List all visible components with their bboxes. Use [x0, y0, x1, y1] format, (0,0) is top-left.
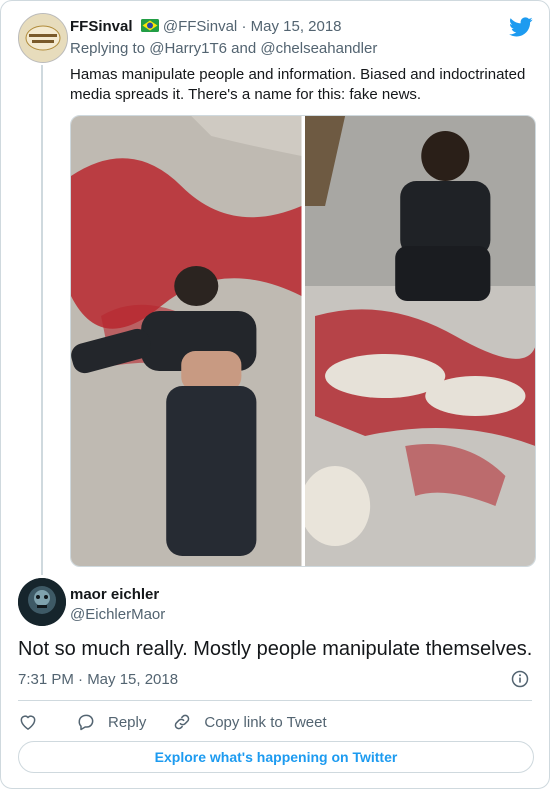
quoted-tweet-text: Hamas manipulate people and information.… [70, 66, 526, 103]
main-display-name[interactable]: maor eichler [70, 585, 165, 604]
header-separator: · [241, 18, 247, 35]
replying-to-line: Replying to @Harry1T6 and @chelseahandle… [70, 40, 377, 57]
action-divider [18, 700, 532, 701]
photo-right[interactable] [299, 116, 535, 566]
mention-harry1t6[interactable]: @Harry1T6 [149, 40, 227, 57]
replying-to-and: and [231, 40, 257, 57]
explore-twitter-button[interactable]: Explore what's happening on Twitter [18, 741, 534, 773]
reply-bubble-icon [78, 714, 94, 731]
like-button[interactable] [18, 712, 50, 732]
copy-link-button[interactable]: Copy link to Tweet [172, 712, 327, 732]
main-tweet-text: Not so much really. Mostly people manipu… [18, 638, 533, 660]
maor-eichler-avatar[interactable] [18, 578, 66, 626]
heart-icon [20, 715, 36, 730]
tweet-actions: Reply Copy link to Tweet [18, 711, 353, 733]
reply-label: Reply [108, 713, 147, 731]
main-handle[interactable]: @EichlerMaor [70, 605, 165, 624]
ffsinval-avatar[interactable] [18, 13, 68, 63]
quoted-date[interactable]: May 15, 2018 [251, 18, 342, 35]
photo-left[interactable] [71, 116, 302, 566]
info-icon[interactable] [511, 670, 529, 688]
mention-chelseahandler[interactable]: @chelseahandler [260, 40, 377, 57]
twitter-bird-icon[interactable] [509, 15, 533, 39]
tweet-timestamp[interactable]: 7:31 PM · May 15, 2018 [18, 671, 178, 688]
tweet-embed-card: FFSinval @FFSinval · May 15, 2018 Replyi… [0, 0, 550, 789]
quoted-handle[interactable]: @FFSinval [163, 18, 237, 35]
link-icon [175, 714, 190, 730]
brazil-flag-icon [140, 19, 159, 32]
quoted-tweet-photos [70, 115, 536, 567]
thread-connector-line [41, 65, 43, 575]
copy-link-label: Copy link to Tweet [204, 713, 327, 731]
main-tweet-author: maor eichler @EichlerMaor [70, 585, 165, 624]
quoted-display-name[interactable]: FFSinval [70, 18, 133, 35]
quoted-tweet-header: FFSinval @FFSinval · May 15, 2018 [70, 18, 342, 36]
reply-button[interactable]: Reply [76, 712, 146, 732]
replying-to-prefix: Replying to [70, 40, 146, 57]
